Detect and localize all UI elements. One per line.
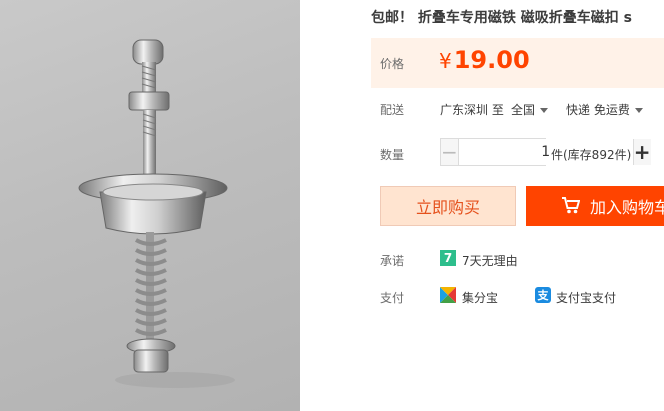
shipping-method-dropdown[interactable]: 快递 免运费 [566,101,643,118]
currency-symbol: ¥ [439,49,452,73]
shipping-from: 广东深圳 至 [440,103,504,117]
quantity-stepper: − + [440,138,651,166]
price-label: 价格 [380,57,405,71]
shipping-label: 配送 [380,103,405,117]
chevron-down-icon [634,108,643,113]
shipping-destination-text: 全国 [511,103,536,117]
price-value: ¥19.00 [439,46,530,74]
decrease-quantity-button[interactable]: − [441,139,459,165]
jifenbao-icon [440,287,456,303]
buy-now-button[interactable]: 立即购买 [380,186,516,226]
shipping-method-text: 快递 免运费 [566,103,630,117]
price-amount: 19.00 [453,46,530,74]
alipay-icon: 支 [535,287,551,303]
magnet-bolt-illustration [78,39,235,388]
cart-icon [562,197,580,214]
increase-quantity-button[interactable]: + [632,139,651,165]
quantity-label: 数量 [380,148,405,162]
product-title: 包邮！ 折叠车专用磁铁 磁吸折叠车磁扣 s [371,10,632,26]
seven-day-return-icon: 7 [440,250,456,266]
add-to-cart-button[interactable]: 加入购物车 [526,186,664,226]
product-image[interactable] [0,0,300,411]
payment-label: 支付 [380,291,405,305]
price-panel: 价格 ¥19.00 [371,38,664,88]
promise-text[interactable]: 7天无理由 [462,252,518,269]
payment-method-jifenbao: 集分宝 [462,291,499,305]
chevron-down-icon [540,108,549,113]
stock-info: 件(库存892件) [551,148,632,162]
promise-label: 承诺 [380,254,405,268]
shipping-destination-dropdown[interactable]: 全国 [511,101,549,118]
payment-method-alipay: 支付宝支付 [556,291,617,305]
add-to-cart-label: 加入购物车 [590,198,664,217]
